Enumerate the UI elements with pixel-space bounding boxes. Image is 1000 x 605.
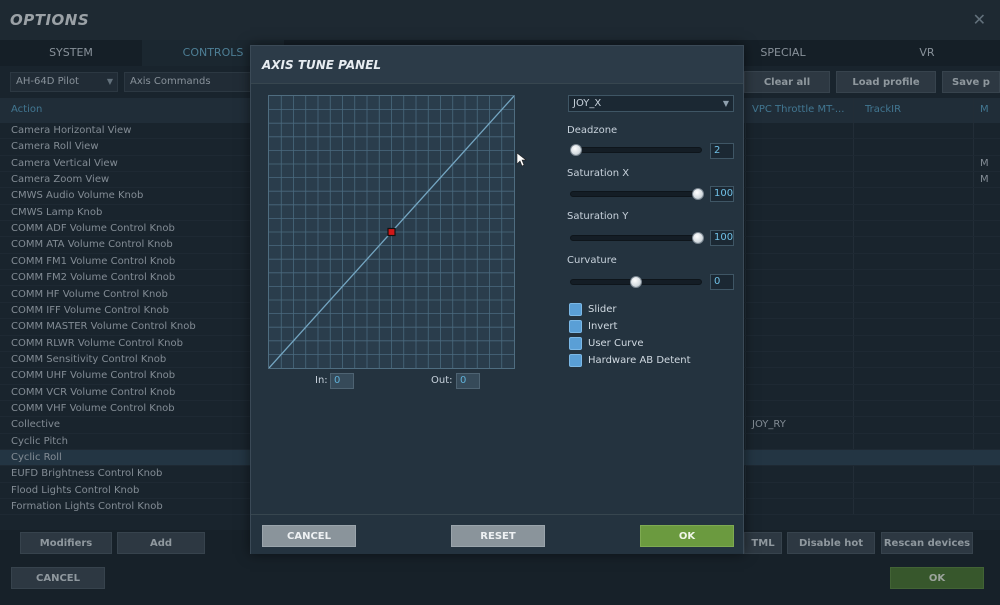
hardware-ab-detent-checkbox-label: Hardware AB Detent — [588, 355, 691, 366]
axis-curve-svg — [268, 95, 515, 369]
axis-select-value: JOY_X — [573, 98, 602, 109]
curvature-label: Curvature — [567, 255, 617, 266]
out-label: Out: — [431, 375, 453, 386]
curvature-slider-knob[interactable] — [630, 276, 642, 288]
deadzone-slider-knob[interactable] — [570, 144, 582, 156]
saturation-y-value[interactable]: 100 — [710, 230, 734, 246]
curvature-value[interactable]: 0 — [710, 274, 734, 290]
saturation-y-label: Saturation Y — [567, 211, 629, 222]
modal-reset-button[interactable]: RESET — [451, 525, 545, 547]
axis-tune-panel: AXIS TUNE PANEL In: 0 Out: 0 JOY_X ▼ Dea… — [250, 45, 744, 554]
user-curve-checkbox[interactable] — [569, 337, 582, 350]
deadzone-slider-track[interactable] — [570, 147, 702, 153]
modal-ok-button[interactable]: OK — [640, 525, 734, 547]
hardware-ab-detent-checkbox[interactable] — [569, 354, 582, 367]
in-label: In: — [315, 375, 328, 386]
modal-title: AXIS TUNE PANEL — [262, 58, 382, 72]
saturation-x-slider-track[interactable] — [570, 191, 702, 197]
saturation-y-slider-knob[interactable] — [692, 232, 704, 244]
user-curve-checkbox-label: User Curve — [588, 338, 644, 349]
saturation-y-slider-track[interactable] — [570, 235, 702, 241]
chevron-down-icon: ▼ — [722, 99, 729, 108]
invert-checkbox-label: Invert — [588, 321, 618, 332]
modal-footer: CANCEL RESET OK — [251, 514, 743, 554]
mouse-pointer-icon — [517, 153, 527, 167]
slider-checkbox-label: Slider — [588, 304, 617, 315]
axis-curve-chart — [268, 95, 515, 369]
deadzone-value[interactable]: 2 — [710, 143, 734, 159]
saturation-x-slider-knob[interactable] — [692, 188, 704, 200]
axis-position-marker — [387, 227, 396, 237]
deadzone-label: Deadzone — [567, 125, 618, 136]
invert-checkbox[interactable] — [569, 320, 582, 333]
out-value: 0 — [456, 373, 480, 389]
saturation-x-value[interactable]: 100 — [710, 186, 734, 202]
in-value: 0 — [330, 373, 354, 389]
axis-select[interactable]: JOY_X ▼ — [568, 95, 734, 112]
saturation-x-label: Saturation X — [567, 168, 630, 179]
slider-checkbox[interactable] — [569, 303, 582, 316]
modal-cancel-button[interactable]: CANCEL — [262, 525, 356, 547]
modal-title-bar: AXIS TUNE PANEL — [251, 46, 743, 84]
